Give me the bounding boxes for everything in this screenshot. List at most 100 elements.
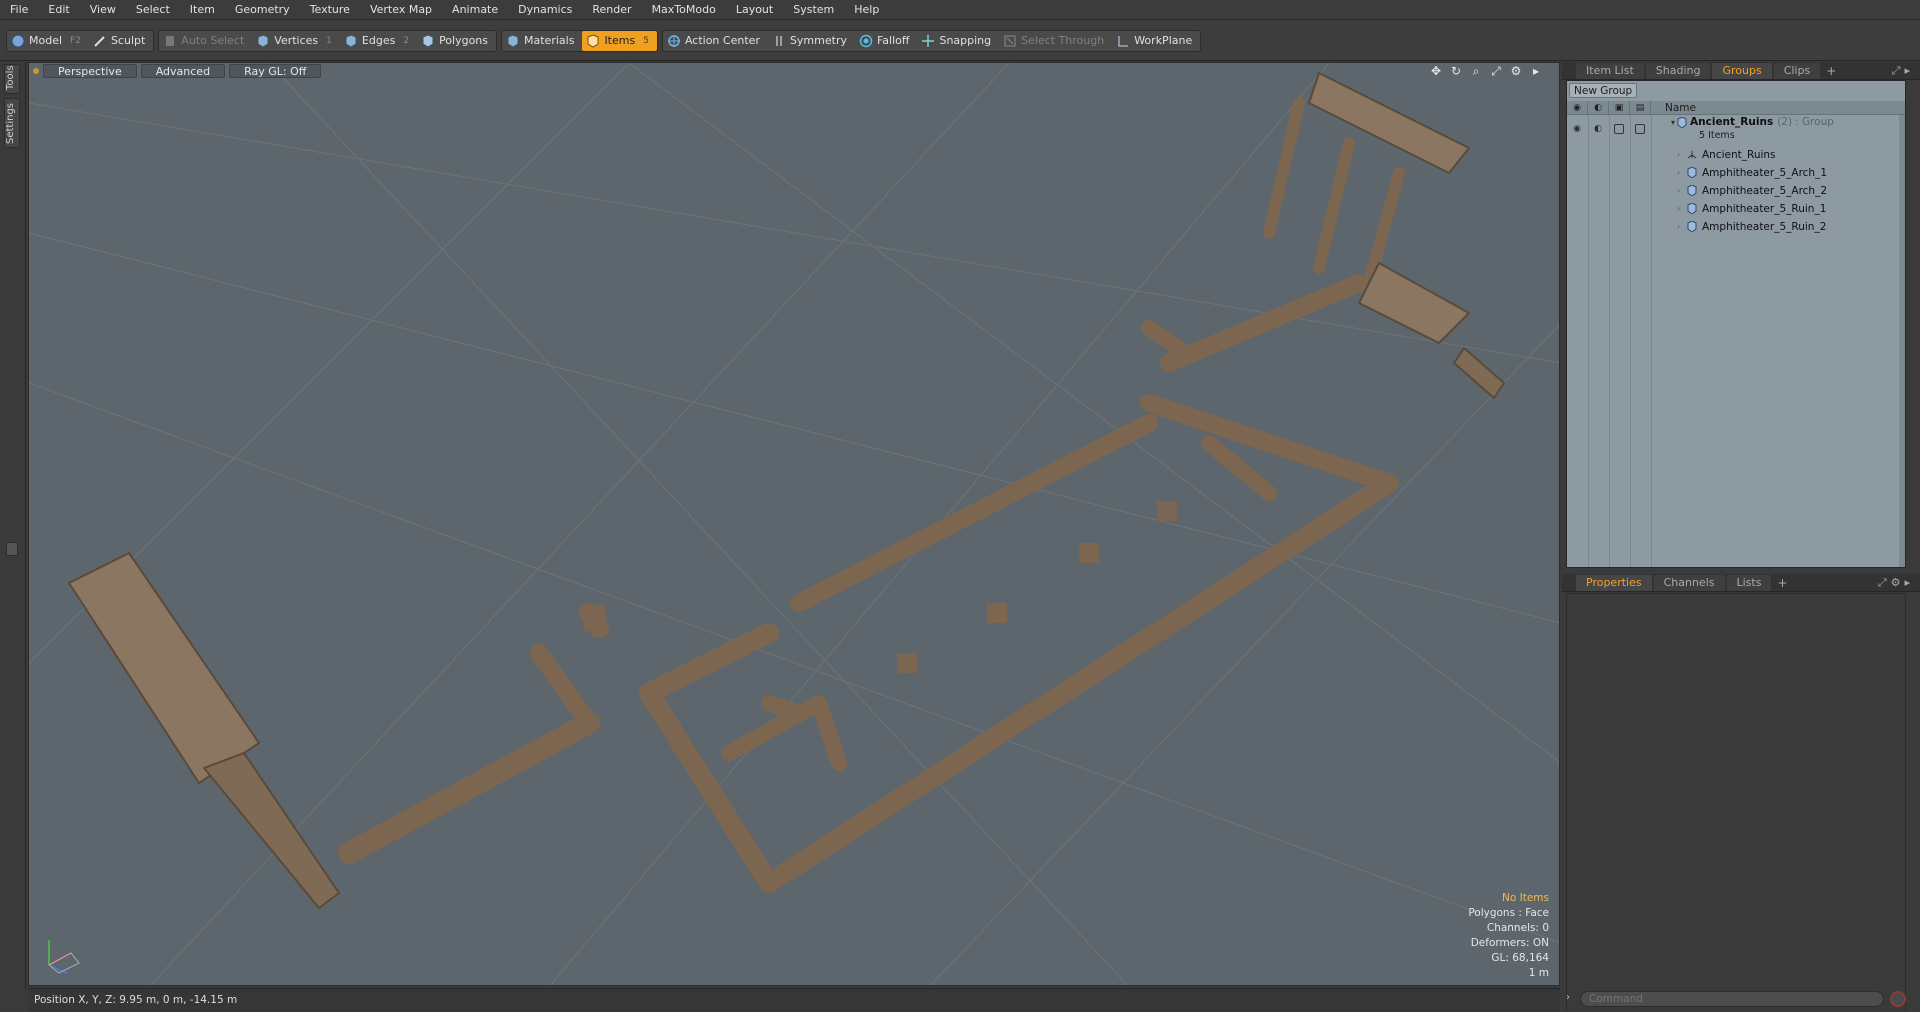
tree-row-group[interactable]: ◉ ◐ ▾ Ancient_Ruins (2) : Group 5 Items — [1567, 115, 1905, 144]
eye-icon[interactable]: ◉ — [1572, 124, 1582, 134]
menu-edit[interactable]: Edit — [38, 0, 79, 20]
item-label: Amphitheater_5_Ruin_1 — [1702, 202, 1827, 215]
items-label: Items — [604, 34, 636, 47]
tools-tab[interactable]: Tools — [4, 64, 20, 94]
strip-toggle-button[interactable] — [6, 542, 18, 556]
move-icon[interactable]: ✥ — [1429, 64, 1443, 78]
tree-row-item[interactable]: › Amphitheater_5_Ruin_1 — [1567, 201, 1905, 216]
tab-channels[interactable]: Channels — [1653, 574, 1725, 591]
collapse-icon[interactable]: ▾ — [1671, 118, 1675, 127]
main-toolbar: Model F2 Sculpt Auto Select Vertices 1 E… — [0, 21, 1920, 61]
view-type-pill[interactable]: Perspective — [43, 64, 137, 78]
vertices-icon — [256, 33, 270, 48]
lock-icon[interactable]: ▣ — [1609, 100, 1630, 115]
brush-icon — [93, 34, 107, 48]
menu-view[interactable]: View — [80, 0, 126, 20]
zoom-icon[interactable]: ⌕ — [1469, 64, 1483, 78]
gear-icon[interactable]: ⚙ — [1509, 64, 1523, 78]
menu-system[interactable]: System — [783, 0, 844, 20]
menu-render[interactable]: Render — [582, 0, 641, 20]
materials-button[interactable]: Materials — [502, 31, 582, 51]
eye-icon[interactable]: ◉ — [1567, 100, 1588, 115]
panel-settings-icon[interactable]: ⤢⚙▸ — [1878, 576, 1914, 590]
polygons-button[interactable]: Polygons — [417, 31, 496, 51]
menu-vertex-map[interactable]: Vertex Map — [360, 0, 442, 20]
viewport-scene[interactable] — [29, 63, 1560, 986]
maximize-icon[interactable]: ⤢ — [1489, 64, 1503, 78]
crosshair-icon — [667, 34, 681, 48]
panel-expand-icon[interactable]: ⤢▸ — [1892, 64, 1914, 78]
menu-layout[interactable]: Layout — [726, 0, 783, 20]
group-items-count: 5 Items — [1699, 130, 1735, 141]
item-label: Amphitheater_5_Arch_2 — [1702, 184, 1828, 197]
model-shortcut: F2 — [70, 35, 81, 46]
action-center-label: Action Center — [684, 34, 760, 47]
right-panel: Item List Shading Groups Clips + ⤢▸ New … — [1562, 62, 1920, 1012]
lock-checkbox[interactable] — [1614, 124, 1624, 134]
settings-tab[interactable]: Settings — [4, 98, 20, 148]
menu-texture[interactable]: Texture — [300, 0, 360, 20]
position-readout: Position X, Y, Z: 9.95 m, 0 m, -14.15 m — [34, 994, 238, 1006]
select-checkbox[interactable] — [1635, 124, 1645, 134]
menu-help[interactable]: Help — [844, 0, 889, 20]
mesh-icon — [1687, 202, 1697, 215]
axis-gizmo-icon — [48, 940, 80, 974]
menu-animate[interactable]: Animate — [442, 0, 508, 20]
falloff-button[interactable]: Falloff — [855, 31, 917, 51]
sculpt-button[interactable]: Sculpt — [89, 31, 153, 51]
ruins-model[interactable] — [68, 72, 1505, 909]
tree-row-item[interactable]: › Amphitheater_5_Arch_1 — [1567, 165, 1905, 180]
chevron-right-icon[interactable]: ▸ — [1529, 64, 1543, 78]
command-history-icon[interactable]: › — [1566, 992, 1570, 1003]
tab-shading[interactable]: Shading — [1645, 62, 1711, 79]
name-column-header[interactable]: Name — [1651, 102, 1696, 114]
menu-maxtomodo[interactable]: MaxToModo — [642, 0, 726, 20]
add-tab-icon[interactable]: + — [1826, 64, 1836, 78]
properties-panel — [1566, 593, 1906, 1012]
auto-select-button[interactable]: Auto Select — [159, 31, 252, 51]
tab-clips[interactable]: Clips — [1773, 62, 1821, 79]
add-tab-icon[interactable]: + — [1777, 576, 1787, 590]
tab-properties[interactable]: Properties — [1576, 574, 1652, 591]
workplane-button[interactable]: WorkPlane — [1112, 31, 1200, 51]
vertices-button[interactable]: Vertices 1 — [252, 31, 340, 51]
viewport-header: Perspective Advanced Ray GL: Off — [29, 63, 1559, 79]
menu-file[interactable]: File — [0, 0, 38, 20]
menu-geometry[interactable]: Geometry — [225, 0, 300, 20]
auto-select-icon — [163, 34, 177, 48]
render-icon[interactable]: ◐ — [1593, 124, 1603, 134]
tab-groups[interactable]: Groups — [1712, 62, 1772, 79]
tree-row-item[interactable]: › Amphitheater_5_Ruin_2 — [1567, 219, 1905, 234]
items-button[interactable]: Items 5 — [582, 30, 657, 51]
item-label: Amphitheater_5_Arch_1 — [1702, 166, 1828, 179]
tab-lists[interactable]: Lists — [1726, 574, 1772, 591]
tab-item-list[interactable]: Item List — [1576, 62, 1644, 79]
falloff-icon — [859, 34, 873, 48]
select-icon[interactable]: ▤ — [1630, 100, 1651, 115]
raygl-pill[interactable]: Ray GL: Off — [229, 64, 322, 78]
shading-mode-pill[interactable]: Advanced — [140, 64, 226, 78]
rotate-icon[interactable]: ↻ — [1449, 64, 1463, 78]
model-label: Model — [29, 34, 63, 47]
tree-row-item[interactable]: › Amphitheater_5_Arch_2 — [1567, 183, 1905, 198]
falloff-label: Falloff — [876, 34, 910, 47]
tree-scrollbar[interactable] — [1899, 115, 1905, 567]
3d-viewport[interactable]: Perspective Advanced Ray GL: Off ✥ ↻ ⌕ ⤢… — [28, 62, 1560, 986]
menu-select[interactable]: Select — [126, 0, 180, 20]
command-input[interactable] — [1580, 991, 1884, 1007]
menu-bar: File Edit View Select Item Geometry Text… — [0, 0, 1920, 20]
select-through-button[interactable]: Select Through — [999, 31, 1112, 51]
tree-row-item[interactable]: › Ancient_Ruins — [1567, 147, 1905, 162]
stop-icon[interactable] — [1890, 991, 1906, 1007]
menu-dynamics[interactable]: Dynamics — [508, 0, 582, 20]
edges-button[interactable]: Edges 2 — [340, 31, 417, 51]
menu-item[interactable]: Item — [180, 0, 225, 20]
model-button[interactable]: Model F2 — [7, 31, 89, 51]
symmetry-label: Symmetry — [789, 34, 847, 47]
symmetry-button[interactable]: Symmetry — [768, 31, 855, 51]
snapping-button[interactable]: Snapping — [917, 31, 999, 51]
action-center-button[interactable]: Action Center — [663, 31, 768, 51]
new-group-button[interactable]: New Group — [1569, 83, 1638, 98]
render-icon[interactable]: ◐ — [1588, 100, 1609, 115]
viewport-menu-dot[interactable] — [33, 68, 39, 74]
